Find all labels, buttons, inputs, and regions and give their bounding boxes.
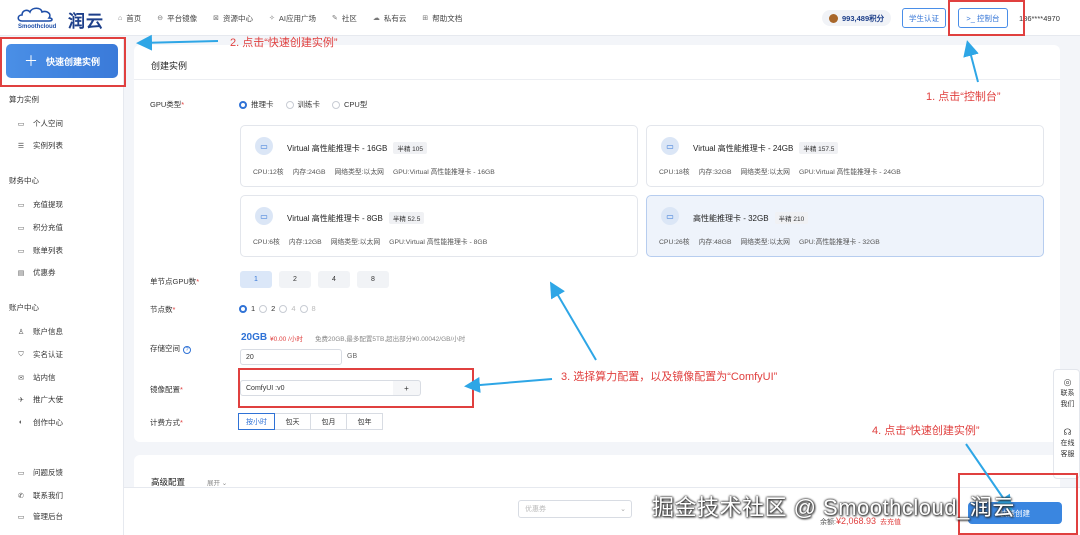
annotation-step-2: 2. 点击“快速创建实例” bbox=[230, 37, 338, 49]
annotation-step-3: 3. 选择算力配置，以及镜像配置为“ComfyUI” bbox=[561, 371, 778, 383]
billing-hourly[interactable]: 按小时 bbox=[238, 413, 275, 430]
annotation-arrows bbox=[136, 34, 1013, 512]
annotation-step-1: 1. 点击“控制台” bbox=[926, 91, 1001, 103]
arrow-2 bbox=[136, 34, 219, 51]
annotation-step-4: 4. 点击“快速创建实例” bbox=[872, 425, 980, 437]
arrow-1 bbox=[963, 40, 979, 83]
watermark: 掘金技术社区 @ Smoothcloud_润云 bbox=[652, 495, 1015, 520]
arrow-3b bbox=[464, 377, 553, 393]
arrow-3a bbox=[549, 281, 597, 361]
